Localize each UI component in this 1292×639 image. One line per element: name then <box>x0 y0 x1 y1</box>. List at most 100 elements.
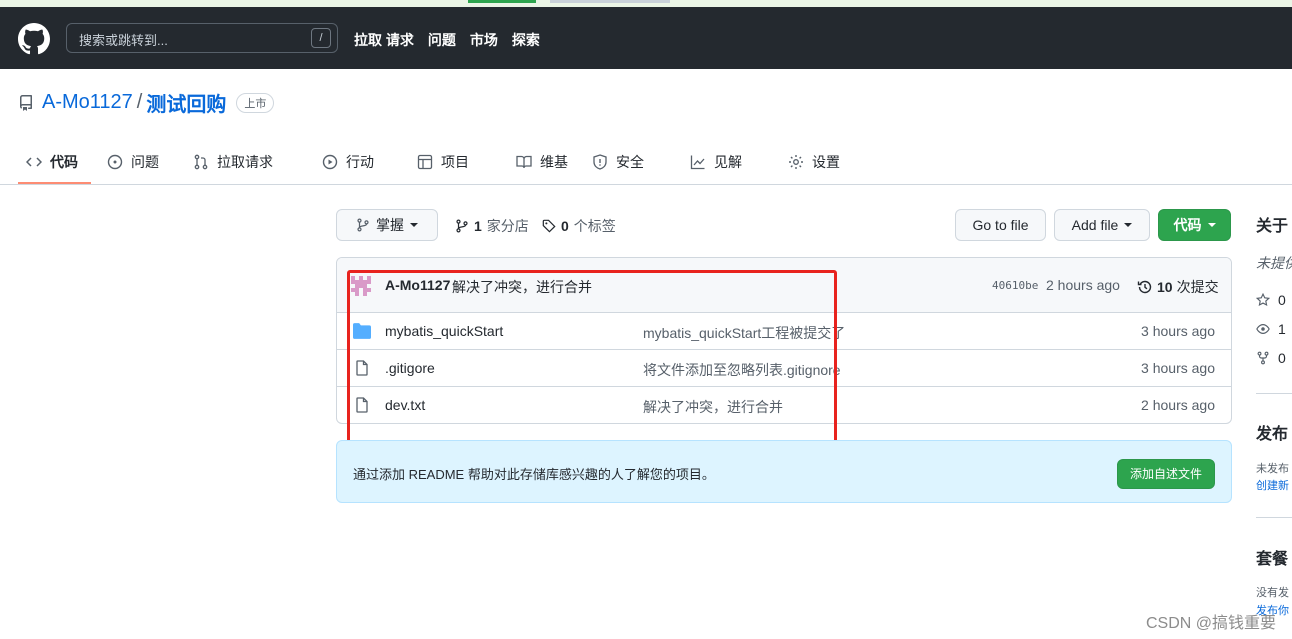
tab-wiki[interactable]: 维基 <box>516 152 568 172</box>
repo-separator: / <box>136 91 143 113</box>
play-icon <box>322 154 338 170</box>
file-icon <box>356 360 368 376</box>
tab-insights[interactable]: 见解 <box>690 152 742 172</box>
issue-icon <box>107 154 123 170</box>
tab-label: 项目 <box>441 154 469 170</box>
commit-count: 10 <box>1157 279 1173 295</box>
go-to-file-button[interactable]: Go to file <box>955 209 1046 241</box>
tab-projects[interactable]: 项目 <box>417 152 469 172</box>
tab-issues[interactable]: 问题 <box>107 152 159 172</box>
watchers-link[interactable]: 1 <box>1256 321 1292 337</box>
file-row[interactable]: mybatis_quickStart mybatis_quickStart工程被… <box>337 313 1231 350</box>
nav-pull-requests[interactable]: 拉取 请求 <box>354 30 414 50</box>
forks-count: 0 <box>1278 350 1286 366</box>
watchers-count: 1 <box>1278 321 1286 337</box>
search-shortcut-key: / <box>311 28 331 48</box>
github-logo-icon[interactable] <box>18 23 50 55</box>
repo-owner-link[interactable]: A-Mo1127 <box>42 91 133 114</box>
tab-actions[interactable]: 行动 <box>322 152 374 172</box>
go-to-file-label: Go to file <box>972 217 1029 233</box>
tags-link[interactable]: 0 个标签 <box>542 216 616 236</box>
commit-author-link[interactable]: A-Mo1127 <box>385 277 450 293</box>
tab-pull-requests[interactable]: 拉取请求 <box>193 152 273 172</box>
code-icon <box>26 157 42 167</box>
avatar[interactable] <box>351 276 371 296</box>
commit-message-link[interactable]: 解决了冲突，进行合并 <box>452 277 592 297</box>
tab-settings[interactable]: 设置 <box>788 152 840 172</box>
search-placeholder: 搜索或跳转到... <box>79 33 168 48</box>
file-commit-message-link[interactable]: 解决了冲突，进行合并 <box>643 397 783 417</box>
branch-icon <box>357 218 369 232</box>
chevron-down-icon <box>1124 223 1133 227</box>
commit-time: 2 hours ago <box>1046 277 1120 293</box>
visibility-badge: 上市 <box>236 92 275 113</box>
tab-label: 维基 <box>540 154 568 170</box>
tab-label: 见解 <box>714 154 742 170</box>
about-description: 未提供描述 <box>1256 255 1292 271</box>
commit-history-link[interactable]: 10 次提交 <box>1137 277 1219 297</box>
pull-request-icon <box>194 154 208 170</box>
nav-explore[interactable]: 探索 <box>512 30 540 50</box>
file-commit-message-link[interactable]: 将文件添加至忽略列表.gitignore <box>643 360 841 380</box>
sidebar-divider <box>1256 393 1292 394</box>
book-icon <box>516 155 532 169</box>
add-file-button[interactable]: Add file <box>1054 209 1150 241</box>
search-input[interactable]: 搜索或跳转到... / <box>66 23 338 53</box>
latest-commit-row: A-Mo1127 解决了冲突，进行合并 40610be 2 hours ago … <box>337 258 1231 313</box>
chevron-down-icon <box>1207 223 1216 227</box>
forks-link[interactable]: 0 <box>1256 350 1292 366</box>
eye-icon <box>1256 324 1270 334</box>
repo-name-link[interactable]: 测试回购 <box>146 88 226 117</box>
nav-marketplace[interactable]: 市场 <box>470 30 498 50</box>
history-icon <box>1137 280 1152 294</box>
branches-count: 1 <box>474 218 482 234</box>
releases-heading: 发布 <box>1256 426 1289 443</box>
file-commit-message-link[interactable]: mybatis_quickStart工程被提交了 <box>643 323 845 343</box>
repo-title: A-Mo1127 / 测试回购 上市 <box>18 88 275 117</box>
commit-hash-link[interactable]: 40610be <box>992 279 1038 292</box>
repo-tabs: 代码 问题 拉取请求 行动 项目 维基 安全 见解 设置 <box>0 140 1292 185</box>
create-release-link[interactable]: 创建新 <box>1256 477 1292 493</box>
file-commit-time: 3 hours ago <box>1141 323 1215 339</box>
sidebar-divider <box>1256 517 1292 518</box>
tab-code[interactable]: 代码 <box>26 152 78 172</box>
strip-accent <box>468 0 536 3</box>
file-row[interactable]: dev.txt 解决了冲突，进行合并 2 hours ago <box>337 387 1231 423</box>
branch-icon <box>456 219 468 233</box>
shield-icon <box>593 154 607 170</box>
browser-top-strip <box>0 0 1292 7</box>
branch-select-button[interactable]: 掌握 <box>336 209 438 241</box>
file-list: A-Mo1127 解决了冲突，进行合并 40610be 2 hours ago … <box>336 257 1232 424</box>
graph-icon <box>690 155 705 170</box>
chevron-down-icon <box>410 223 418 227</box>
repo-icon <box>19 94 32 111</box>
file-icon <box>356 397 368 413</box>
file-name-link[interactable]: .gitigore <box>385 360 435 376</box>
table-icon <box>417 154 433 170</box>
tab-label: 行动 <box>346 154 374 170</box>
packages-text: 没有发 <box>1256 587 1289 599</box>
folder-icon <box>353 323 371 339</box>
readme-banner-text: 通过添加 README 帮助对此存储库感兴趣的人了解您的项目。 <box>353 467 715 482</box>
star-icon <box>1256 293 1270 307</box>
active-tab-underline <box>18 182 91 184</box>
stars-link[interactable]: 0 <box>1256 292 1292 308</box>
add-readme-button[interactable]: 添加自述文件 <box>1116 459 1215 489</box>
tab-label: 问题 <box>131 154 159 170</box>
tab-label: 代码 <box>50 154 78 170</box>
releases-text: 未发布 <box>1256 463 1289 475</box>
code-button[interactable]: 代码 <box>1158 209 1231 241</box>
nav-issues[interactable]: 问题 <box>428 30 456 50</box>
add-file-label: Add file <box>1071 217 1119 233</box>
file-name-link[interactable]: dev.txt <box>385 397 425 413</box>
tab-security[interactable]: 安全 <box>592 152 644 172</box>
file-name-link[interactable]: mybatis_quickStart <box>385 323 503 339</box>
global-nav: 拉取 请求 问题 市场 探索 <box>354 30 540 50</box>
tag-icon <box>542 219 556 233</box>
tags-count: 0 <box>561 218 569 234</box>
branches-link[interactable]: 1 家分店 <box>455 216 529 236</box>
fork-icon <box>1257 351 1269 365</box>
tab-label: 安全 <box>616 154 644 170</box>
file-row[interactable]: .gitigore 将文件添加至忽略列表.gitignore 3 hours a… <box>337 350 1231 387</box>
global-header: 搜索或跳转到... / 拉取 请求 问题 市场 探索 <box>0 7 1292 69</box>
